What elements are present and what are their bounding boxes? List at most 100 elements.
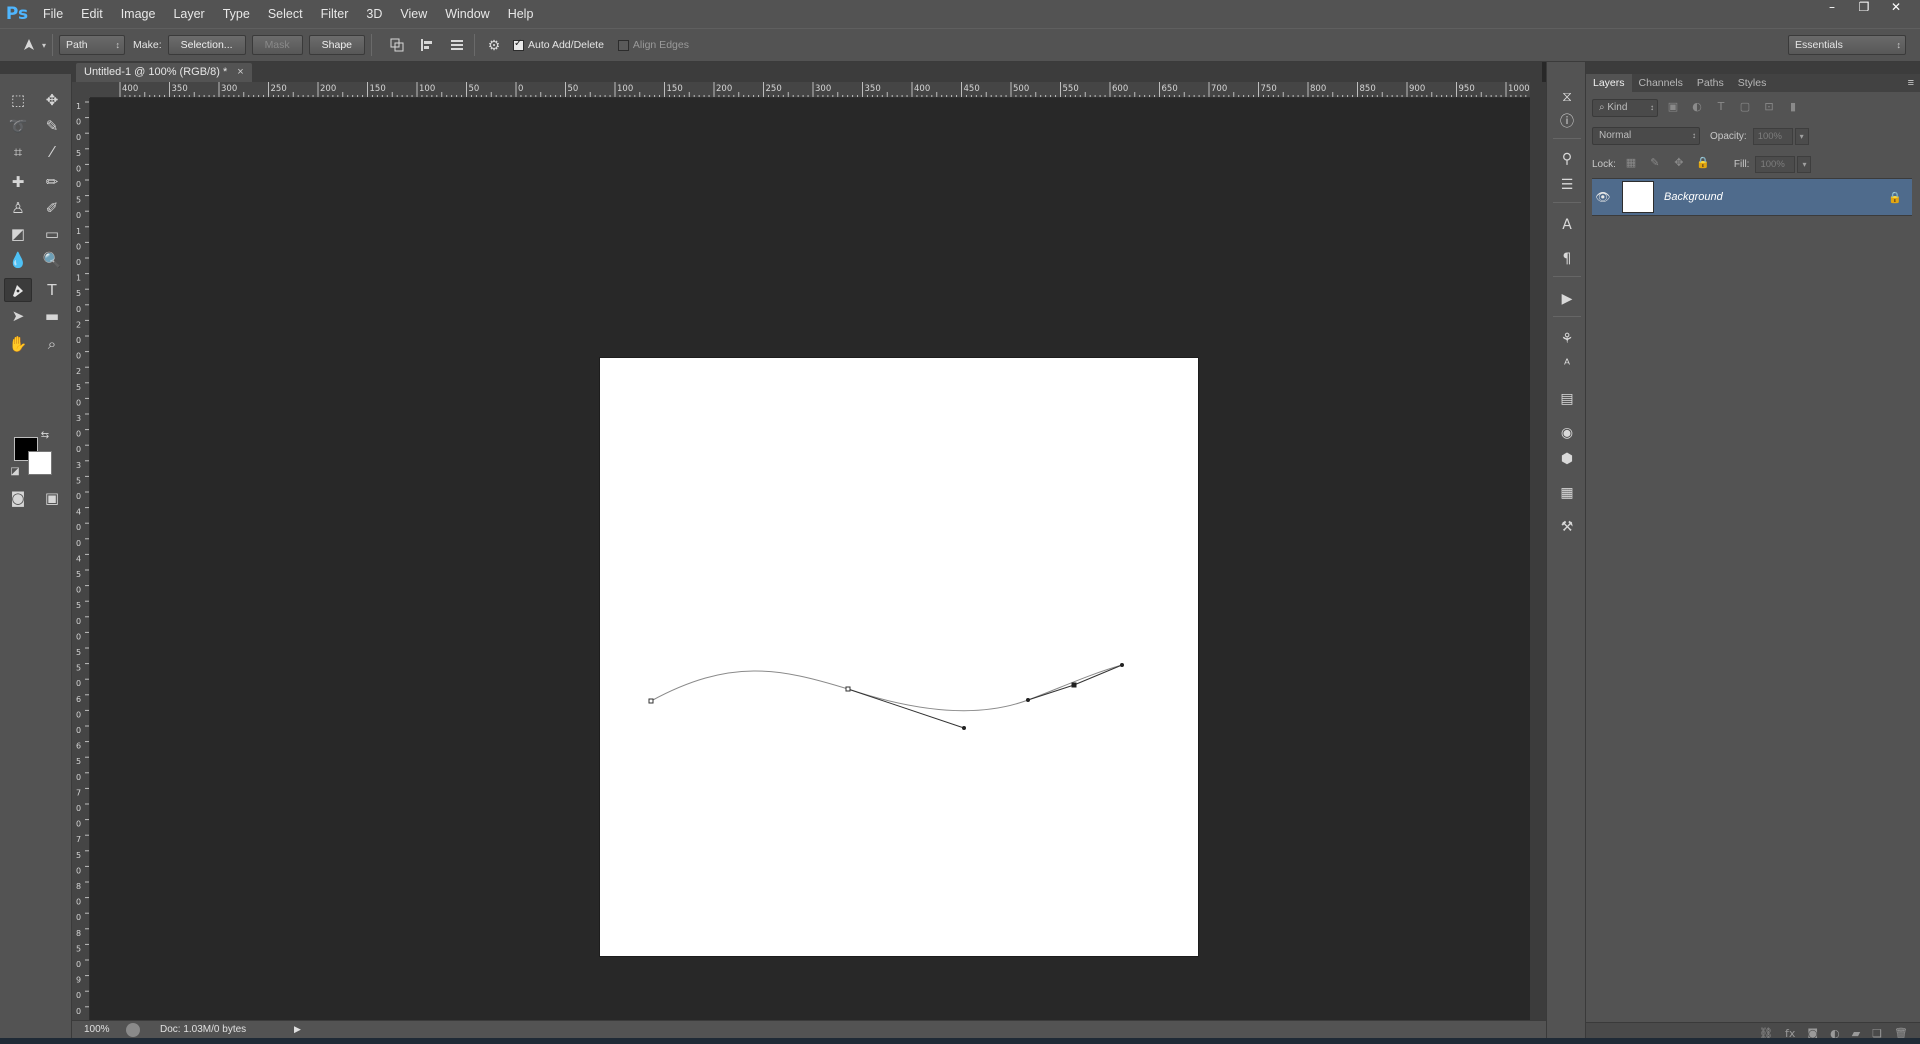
menu-type[interactable]: Type (214, 0, 259, 28)
path-arrangement-icon[interactable] (446, 34, 468, 56)
menu-window[interactable]: Window (436, 0, 498, 28)
rectangular-marquee-icon[interactable]: ⬚ (4, 88, 32, 112)
play-actions-icon[interactable]: ▶ (1555, 288, 1579, 310)
workspace-select[interactable]: Essentials (1788, 35, 1906, 55)
type-tool-icon[interactable]: T (38, 278, 66, 302)
blur-icon[interactable]: 💧 (4, 248, 32, 272)
history-icon[interactable]: ⧖ (1555, 86, 1579, 108)
clone-stamp-icon[interactable]: ♙ (4, 196, 32, 220)
zoom-tool-icon[interactable]: ⌕ (38, 332, 66, 356)
eyedropper-icon[interactable]: ⁄ (38, 140, 66, 164)
history-brush-icon[interactable]: ✐ (38, 196, 66, 220)
horizontal-ruler[interactable]: 400 350 300 250 200 150 100 50 0 50 100 150 200 250 30… (90, 82, 1530, 98)
zoom-level-field[interactable]: 100% (72, 1024, 112, 1035)
background-color-swatch[interactable] (28, 451, 52, 475)
fill-field[interactable]: 100% (1755, 155, 1796, 173)
lasso-icon[interactable]: ➰ (4, 114, 32, 138)
path-alignment-icon[interactable] (416, 34, 438, 56)
menu-filter[interactable]: Filter (312, 0, 358, 28)
3d-icon[interactable]: ⬢ (1555, 448, 1579, 470)
direction-handle[interactable] (1026, 698, 1030, 702)
gear-icon[interactable]: ⚙ (483, 34, 505, 56)
gradient-icon[interactable]: ▭ (38, 222, 66, 246)
tool-mode-select[interactable]: Path (59, 35, 126, 55)
menu-select[interactable]: Select (259, 0, 312, 28)
align-edges-checkbox[interactable] (617, 39, 629, 51)
brush-icon[interactable]: ✏ (38, 170, 66, 194)
paragraph-icon[interactable]: ¶ (1555, 248, 1579, 270)
tool-presets-icon[interactable]: ⚒ (1555, 516, 1579, 538)
filter-type-icon[interactable]: T (1712, 100, 1730, 116)
fill-dropdown-icon[interactable]: ▾ (1797, 155, 1812, 173)
layer-row[interactable]: 👁 Background 🔒 (1592, 178, 1912, 216)
preset-dropdown-arrow[interactable]: ▾ (42, 41, 46, 50)
swap-colors-icon[interactable]: ⇆ (38, 428, 52, 442)
crop-icon[interactable]: ⌗ (4, 140, 32, 164)
quick-selection-icon[interactable]: ✎ (38, 114, 66, 138)
close-button[interactable]: ✕ (1882, 0, 1910, 16)
minimize-button[interactable]: – (1818, 0, 1846, 16)
vertical-ruler[interactable]: 1 0 0 5 0 0 5 0 1 0 0 1 5 0 2 0 0 2 5 0 3 0 0 3 5 0 4 0 0 4 5 0 5 0 0 5 5 0 6 0… (72, 98, 90, 1022)
quick-mask-icon[interactable]: ◙ (4, 486, 32, 510)
lock-all-icon[interactable]: 🔒 (1694, 156, 1712, 172)
anchor-point[interactable] (845, 686, 851, 692)
menu-layer[interactable]: Layer (164, 0, 213, 28)
vertical-scrollbar[interactable] (1530, 82, 1546, 1022)
visibility-eye-icon[interactable]: 👁 (1592, 190, 1614, 204)
brush-presets-icon[interactable]: ⚲ (1555, 148, 1579, 170)
adjustments-icon[interactable]: ☰ (1555, 174, 1579, 196)
restore-button[interactable]: ❐ (1850, 0, 1878, 16)
pen-tool-icon[interactable] (4, 278, 32, 302)
lock-pixels-icon[interactable]: ✎ (1646, 156, 1664, 172)
menu-help[interactable]: Help (499, 0, 543, 28)
filter-shape-icon[interactable]: ▢ (1736, 100, 1754, 116)
menu-view[interactable]: View (391, 0, 436, 28)
tab-layers[interactable]: Layers (1586, 74, 1632, 92)
opacity-field[interactable]: 100% (1752, 127, 1793, 145)
tab-paths[interactable]: Paths (1690, 74, 1731, 92)
default-colors-icon[interactable]: ◪ (8, 464, 22, 478)
rectangle-tool-icon[interactable]: ▬ (38, 304, 66, 328)
character-styles-icon[interactable]: ᴬ (1555, 354, 1579, 376)
layer-name[interactable]: Background (1664, 191, 1723, 203)
dodge-icon[interactable]: 🔍 (38, 248, 66, 272)
measurement-icon[interactable]: ▦ (1555, 482, 1579, 504)
direction-handle[interactable] (1120, 663, 1124, 667)
path-curve[interactable] (650, 664, 1123, 712)
panel-menu-icon[interactable]: ≡ (1908, 74, 1914, 92)
pen-tool-preset-icon[interactable] (18, 34, 40, 56)
move-tool-icon[interactable]: ✥ (38, 88, 66, 112)
path-selection-icon[interactable]: ➤ (4, 304, 32, 328)
document-canvas[interactable] (600, 358, 1198, 956)
filter-pixel-icon[interactable]: ▣ (1664, 100, 1682, 116)
clone-source-icon[interactable]: ⚘ (1555, 328, 1579, 350)
notes-icon[interactable]: ▤ (1555, 388, 1579, 410)
character-icon[interactable]: A (1555, 214, 1579, 236)
menu-edit[interactable]: Edit (72, 0, 112, 28)
menu-file[interactable]: File (34, 0, 72, 28)
document-tab[interactable]: Untitled-1 @ 100% (RGB/8) * × (76, 63, 252, 82)
filter-toggle-icon[interactable]: ▮ (1784, 100, 1802, 116)
tab-channels[interactable]: Channels (1632, 74, 1690, 92)
hand-tool-icon[interactable]: ✋ (4, 332, 32, 356)
filter-kind-select[interactable]: ⌕ Kind (1592, 99, 1658, 117)
lock-position-icon[interactable]: ✥ (1670, 156, 1688, 172)
filter-adjustment-icon[interactable]: ◐ (1688, 100, 1706, 116)
work-path[interactable] (600, 358, 1198, 956)
anchor-point-selected[interactable] (1071, 682, 1077, 688)
anchor-point[interactable] (648, 698, 654, 704)
canvas-workspace[interactable] (90, 98, 1530, 1022)
filter-smart-object-icon[interactable]: ⊡ (1760, 100, 1778, 116)
ruler-origin[interactable] (72, 82, 90, 98)
blend-mode-select[interactable]: Normal (1592, 127, 1700, 145)
screen-mode-icon[interactable]: ▣ (38, 486, 66, 510)
opacity-dropdown-icon[interactable]: ▾ (1794, 127, 1809, 145)
tab-styles[interactable]: Styles (1731, 74, 1774, 92)
healing-brush-icon[interactable]: ✚ (4, 170, 32, 194)
close-document-icon[interactable]: × (237, 63, 243, 82)
menu-image[interactable]: Image (112, 0, 165, 28)
kuler-icon[interactable]: ◉ (1555, 422, 1579, 444)
lock-transparent-icon[interactable]: ▦ (1622, 156, 1640, 172)
menu-3d[interactable]: 3D (357, 0, 391, 28)
status-menu-arrow-icon[interactable]: ▶ (294, 1024, 301, 1035)
